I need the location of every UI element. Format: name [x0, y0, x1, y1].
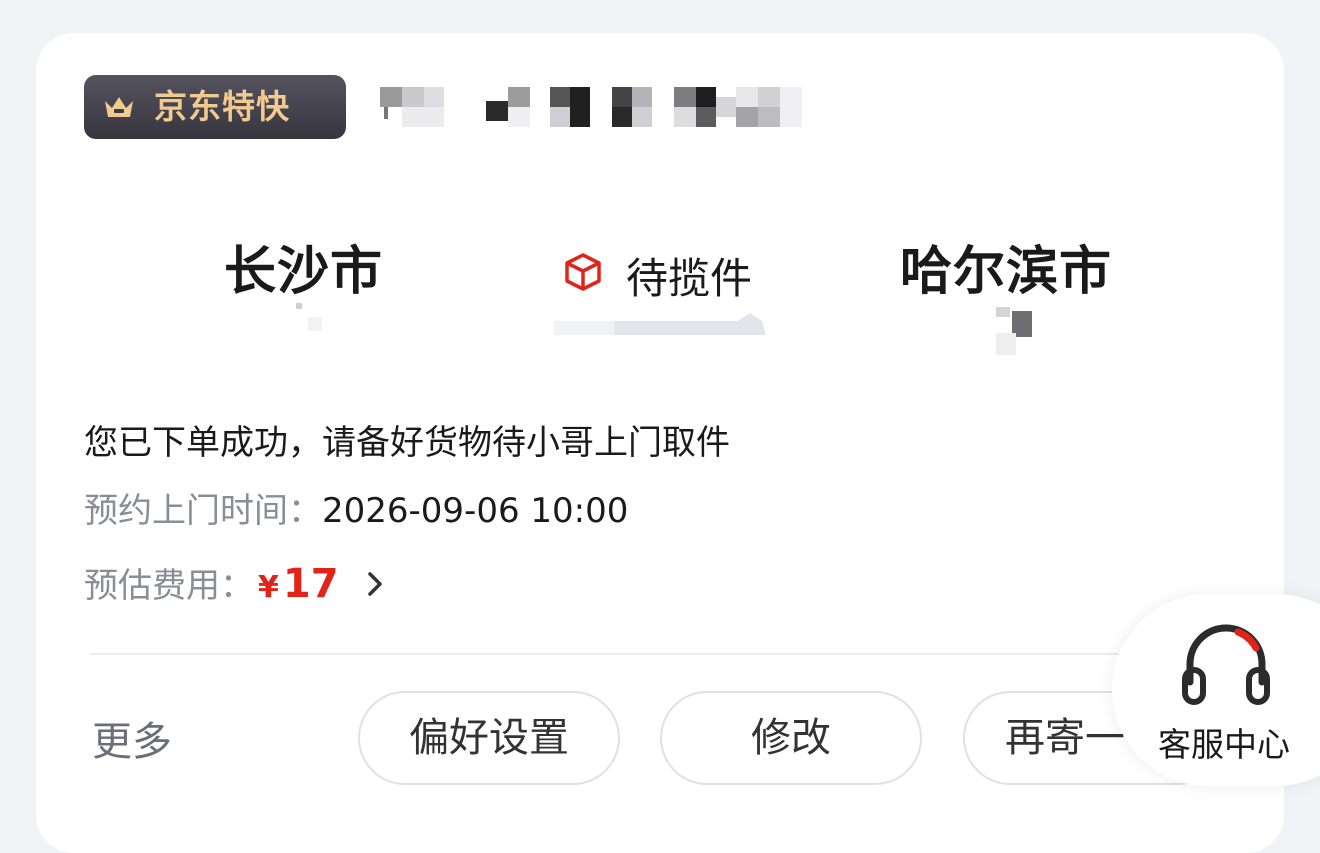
crown-icon: [105, 97, 133, 117]
more-button[interactable]: 更多: [92, 709, 172, 767]
destination-city: 哈尔滨市: [900, 242, 1113, 302]
appointment-time: 2026-09-06 10:00: [322, 491, 629, 531]
fee-row[interactable]: 预估费用： ¥17: [84, 558, 383, 607]
origin-detail-redacted: [296, 303, 302, 309]
package-box-icon: [565, 253, 601, 291]
appointment-row: 预约上门时间：2026-09-06 10:00: [84, 483, 628, 532]
destination-detail-redacted-3: [996, 333, 1016, 355]
destination-detail-redacted-2: [996, 307, 1010, 317]
brand-label: 京东特快: [154, 87, 290, 126]
appointment-label: 预约上门时间：: [84, 491, 322, 531]
fee-amount: 17: [282, 561, 339, 607]
service-center-label: 客服中心: [1158, 725, 1290, 764]
customer-service-button[interactable]: 客服中心: [1112, 594, 1320, 786]
route-progress-track: [554, 313, 766, 335]
origin-city: 长沙市: [224, 242, 384, 302]
chevron-right-icon[interactable]: [367, 571, 383, 597]
fee-currency: ¥: [258, 570, 279, 605]
status-label: 待揽件: [626, 254, 753, 303]
fee-label: 预估费用：: [84, 566, 254, 606]
brand-badge: 京东特快: [84, 75, 346, 139]
tracking-number-redacted: [376, 81, 826, 129]
headset-icon: [1182, 624, 1270, 705]
preference-settings-button[interactable]: 偏好设置: [358, 691, 620, 785]
order-card[interactable]: 京东特快 长沙市 待揽件 哈尔滨市 您已下单成功，请备好货物待小哥上门取件 预约…: [36, 33, 1284, 853]
origin-detail-redacted-2: [308, 317, 322, 331]
edit-order-button[interactable]: 修改: [660, 691, 922, 785]
divider: [90, 653, 1210, 655]
order-status-message: 您已下单成功，请备好货物待小哥上门取件: [84, 423, 730, 463]
